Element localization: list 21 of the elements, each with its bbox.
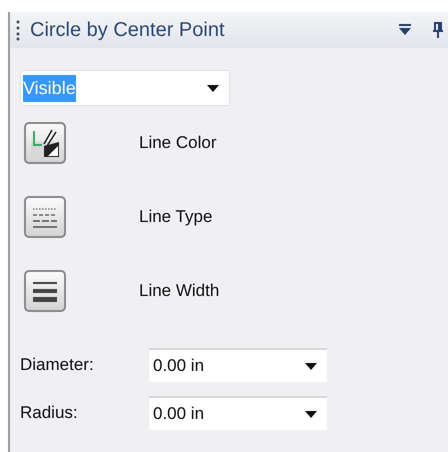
panel-title: Circle by Center Point bbox=[30, 18, 226, 43]
measurement-value: 0.00 in bbox=[153, 403, 204, 426]
line-style-button[interactable] bbox=[24, 270, 66, 312]
line-style-label: Line Width bbox=[139, 280, 220, 302]
dropdown-caret-icon bbox=[207, 84, 219, 92]
line-color-icon bbox=[30, 128, 60, 158]
measurement-value: 0.00 in bbox=[153, 355, 204, 378]
visibility-value: Visible bbox=[23, 74, 76, 102]
line-style-label: Line Type bbox=[139, 206, 212, 228]
dropdown-caret-icon bbox=[305, 410, 317, 418]
pin-icon[interactable] bbox=[432, 22, 444, 38]
dropdown-caret-icon bbox=[305, 362, 317, 370]
line-style-button[interactable] bbox=[24, 122, 66, 164]
field-label: Radius: bbox=[20, 402, 79, 424]
measurement-dropdown[interactable]: 0.00 in bbox=[149, 348, 327, 382]
field-label: Diameter: bbox=[20, 354, 95, 376]
grip-icon[interactable] bbox=[16, 19, 20, 41]
measurement-dropdown[interactable]: 0.00 in bbox=[149, 396, 327, 430]
dropdown-menu-icon[interactable] bbox=[398, 23, 412, 37]
line-style-button[interactable] bbox=[24, 196, 66, 238]
line-style-label: Line Color bbox=[139, 132, 216, 154]
